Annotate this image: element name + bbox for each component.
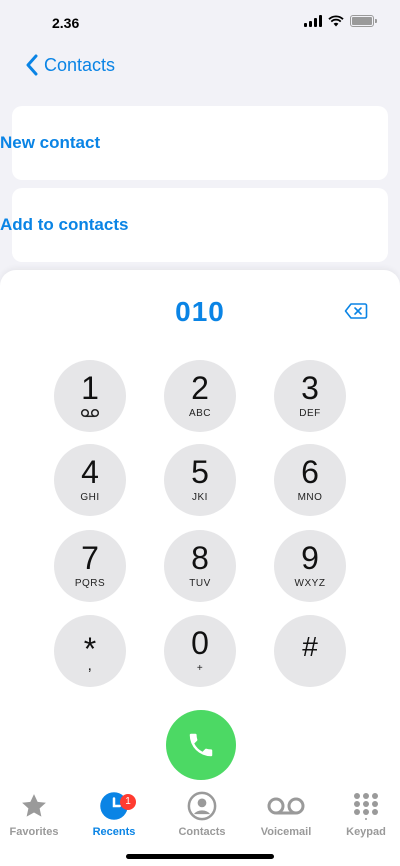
- key-letters: WXYZ: [294, 578, 326, 589]
- key-digit: 2: [191, 370, 209, 406]
- keypad-grid-icon: [354, 793, 378, 820]
- key-star[interactable]: * ,: [54, 615, 126, 687]
- key-letters: DEF: [299, 408, 321, 419]
- tab-keypad[interactable]: Keypad: [326, 790, 400, 838]
- chevron-left-icon: [26, 54, 38, 76]
- add-to-contacts-label: Add to contacts: [0, 215, 129, 234]
- add-to-contacts-button[interactable]: Add to contacts: [0, 188, 388, 262]
- key-hash[interactable]: #: [274, 615, 346, 687]
- key-3[interactable]: 3 DEF: [274, 360, 346, 432]
- wifi-icon: [328, 15, 344, 27]
- key-5[interactable]: 5 JKI: [164, 444, 236, 516]
- key-letters: +: [196, 663, 204, 674]
- backspace-button[interactable]: [344, 302, 368, 325]
- tab-bar: Favorites 1 Recents Contacts Voicemail K…: [0, 790, 400, 850]
- key-6[interactable]: 6 MNO: [274, 444, 346, 516]
- voicemail-icon: [267, 797, 305, 815]
- key-letters: PQRS: [74, 578, 106, 589]
- key-8[interactable]: 8 TUV: [164, 530, 236, 602]
- key-letters: MNO: [297, 492, 323, 503]
- back-label: Contacts: [44, 54, 116, 75]
- status-icons: [304, 15, 377, 27]
- key-letters: JKI: [192, 492, 208, 503]
- key-digit: 4: [81, 454, 99, 490]
- tab-contacts[interactable]: Contacts: [162, 790, 242, 838]
- key-0[interactable]: 0 +: [164, 615, 236, 687]
- key-4[interactable]: 4 GHI: [54, 444, 126, 516]
- key-9[interactable]: 9 WXYZ: [274, 530, 346, 602]
- new-contact-button[interactable]: New contact: [0, 106, 388, 180]
- key-1[interactable]: 1: [54, 360, 126, 432]
- key-2[interactable]: 2 ABC: [164, 360, 236, 432]
- phone-icon: [189, 733, 213, 757]
- tab-label: Keypad: [346, 826, 386, 838]
- person-circle-icon: [187, 791, 217, 821]
- star-icon: [22, 794, 46, 817]
- tab-favorites[interactable]: Favorites: [0, 790, 74, 838]
- key-letters: ABC: [188, 408, 212, 419]
- key-digit: #: [302, 631, 318, 662]
- tab-voicemail[interactable]: Voicemail: [246, 790, 326, 838]
- battery-icon: [350, 15, 377, 27]
- key-digit: 6: [301, 454, 319, 490]
- backspace-icon: [344, 303, 368, 319]
- status-bar: 2.36: [0, 0, 400, 46]
- key-digit: 5: [191, 454, 209, 490]
- back-button[interactable]: Contacts: [26, 54, 115, 76]
- key-7[interactable]: 7 PQRS: [54, 530, 126, 602]
- new-contact-label: New contact: [0, 133, 101, 152]
- tab-label: Contacts: [178, 826, 226, 838]
- call-button[interactable]: [166, 710, 236, 780]
- recents-badge: 1: [120, 794, 136, 810]
- voicemail-icon: [80, 408, 100, 418]
- key-digit: 7: [81, 540, 99, 576]
- key-digit: 9: [301, 540, 319, 576]
- status-time: 2.36: [52, 15, 80, 31]
- tab-label: Favorites: [9, 826, 59, 838]
- tab-recents[interactable]: 1 Recents: [74, 790, 154, 838]
- key-digit: 0: [191, 625, 209, 661]
- home-indicator[interactable]: [126, 854, 274, 859]
- key-letters: TUV: [189, 578, 211, 589]
- signal-icon: [304, 15, 322, 27]
- key-letters: GHI: [80, 492, 100, 503]
- key-letters: ,: [87, 657, 93, 674]
- key-digit: 1: [81, 370, 99, 406]
- tab-label: Voicemail: [260, 826, 312, 838]
- dialed-number: 010: [175, 296, 225, 327]
- key-digit: 3: [301, 370, 319, 406]
- tab-label: Recents: [92, 826, 136, 838]
- key-digit: 8: [191, 540, 209, 576]
